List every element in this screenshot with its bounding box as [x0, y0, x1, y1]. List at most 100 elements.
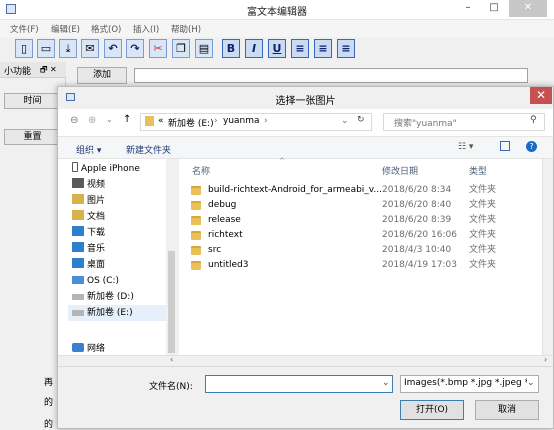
menu-edit[interactable]: 编辑(E) — [51, 23, 80, 35]
preview-pane-icon[interactable] — [500, 141, 510, 151]
recent-dropdown-icon[interactable]: ⌄ — [106, 115, 113, 124]
column-type[interactable]: 类型 — [469, 164, 487, 177]
path-box[interactable]: « 新加卷 (E:) › yuanma › ⌄ ↻ — [140, 113, 372, 131]
undo-icon[interactable]: ↶ — [104, 39, 122, 58]
folder-icon — [191, 201, 201, 210]
view-options-icon[interactable]: ☷ ▾ — [458, 142, 473, 152]
folder-icon — [191, 246, 201, 255]
scroll-right-icon[interactable]: › — [544, 355, 547, 364]
search-placeholder: 搜索"yuanma" — [394, 119, 457, 129]
file-type-value: Images(*.bmp *.jpg *.jpeg *. — [404, 378, 532, 388]
chevron-down-icon[interactable]: ⌄ — [527, 378, 535, 388]
folder-icon — [191, 186, 201, 195]
sort-arrow-icon: ^ — [279, 157, 285, 165]
path-prefix: « — [158, 116, 164, 126]
file-type-select[interactable]: Images(*.bmp *.jpg *.jpeg *. ⌄ — [400, 375, 539, 393]
nav-item-desktop[interactable]: 桌面 — [72, 257, 172, 273]
network-icon — [72, 343, 84, 352]
dialog-close-button[interactable]: ✕ — [530, 87, 552, 104]
filename-input[interactable]: ⌄ — [205, 375, 393, 393]
nav-item-drive-d[interactable]: 新加卷 (D:) — [72, 289, 172, 305]
file-row[interactable]: src 2018/4/3 10:40 文件夹 — [191, 243, 541, 258]
video-folder-icon — [72, 178, 84, 188]
minimize-button[interactable]: – — [456, 0, 480, 17]
time-button[interactable]: 时间 — [4, 93, 61, 109]
bold-button[interactable]: B — [222, 39, 240, 58]
column-name[interactable]: 名称 — [192, 164, 210, 177]
horizontal-scrollbar[interactable]: ‹ › — [58, 355, 553, 365]
underline-button[interactable]: U — [268, 39, 286, 58]
file-list-header: 名称 ^ 修改日期 类型 — [179, 157, 542, 177]
menu-format[interactable]: 格式(O) — [91, 23, 121, 35]
file-list-scrollbar[interactable] — [542, 159, 553, 365]
path-segment-folder[interactable]: yuanma — [223, 116, 260, 126]
nav-item-pictures[interactable]: 图片 — [72, 193, 172, 209]
address-bar: ⊖ ⊕ ⌄ ↑ « 新加卷 (E:) › yuanma › ⌄ ↻ 搜索"yua… — [58, 109, 553, 137]
nav-scrollbar[interactable] — [166, 159, 177, 365]
desktop-folder-icon — [72, 258, 84, 268]
reset-button[interactable]: 重置 — [4, 129, 61, 145]
maximize-button[interactable]: □ — [482, 0, 506, 17]
italic-button[interactable]: I — [245, 39, 263, 58]
path-segment-drive[interactable]: 新加卷 (E:) — [168, 116, 214, 129]
drive-icon — [72, 294, 84, 300]
file-row[interactable]: untitled3 2018/4/19 17:03 文件夹 — [191, 258, 541, 273]
back-arrow-icon[interactable]: ⊖ — [70, 115, 78, 126]
copy-icon[interactable]: ❐ — [172, 39, 190, 58]
chevron-down-icon[interactable]: ⌄ — [382, 378, 390, 388]
open-icon[interactable]: ▭ — [37, 39, 55, 58]
phone-icon — [72, 162, 78, 172]
search-input[interactable]: 搜索"yuanma" ⚲ — [383, 113, 545, 131]
close-button[interactable]: ✕ — [509, 0, 547, 17]
add-button[interactable]: 添加 — [77, 67, 127, 84]
redo-icon[interactable]: ↷ — [126, 39, 144, 58]
nav-item-drive-c[interactable]: OS (C:) — [72, 273, 172, 289]
file-row[interactable]: debug 2018/6/20 8:40 文件夹 — [191, 198, 541, 213]
column-date[interactable]: 修改日期 — [382, 164, 418, 177]
document-folder-icon — [72, 210, 84, 220]
dock-controls[interactable]: 🗗 ✕ — [40, 64, 57, 78]
new-icon[interactable]: ▯ — [15, 39, 33, 58]
nav-tree: Apple iPhone 视频 图片 文档 下载 音乐 桌面 OS (C:) 新… — [58, 159, 177, 365]
open-button[interactable]: 打开(O) — [400, 400, 464, 420]
nav-scroll-thumb[interactable] — [168, 251, 175, 353]
file-row[interactable]: release 2018/6/20 8:39 文件夹 — [191, 213, 541, 228]
editor-line-1: 再 — [44, 378, 54, 388]
chevron-right-icon: › — [264, 116, 268, 126]
refresh-icon[interactable]: ↻ — [357, 115, 365, 125]
nav-item-drive-e[interactable]: 新加卷 (E:) — [68, 305, 172, 321]
organize-button[interactable]: 组织 ▾ — [76, 143, 101, 156]
help-icon[interactable]: ? — [526, 141, 537, 152]
scroll-left-icon[interactable]: ‹ — [170, 355, 173, 364]
align-left-button[interactable]: ≡ — [291, 39, 309, 58]
cut-icon[interactable]: ✂ — [149, 39, 167, 58]
picture-folder-icon — [72, 194, 84, 204]
menu-file[interactable]: 文件(F) — [10, 23, 39, 35]
editor-line-3: 的 — [44, 420, 54, 430]
up-arrow-icon[interactable]: ↑ — [123, 114, 131, 125]
menu-help[interactable]: 帮助(H) — [171, 23, 201, 35]
music-folder-icon — [72, 242, 84, 252]
new-folder-button[interactable]: 新建文件夹 — [126, 143, 171, 156]
download-folder-icon — [72, 226, 84, 236]
nav-item-videos[interactable]: 视频 — [72, 177, 172, 193]
chevron-down-icon[interactable]: ⌄ — [341, 116, 349, 126]
nav-item-downloads[interactable]: 下载 — [72, 225, 172, 241]
main-input[interactable] — [134, 68, 528, 83]
file-row[interactable]: build-richtext-Android_for_armeabi_v... 2… — [191, 183, 541, 198]
forward-arrow-icon[interactable]: ⊕ — [88, 115, 96, 126]
nav-item-music[interactable]: 音乐 — [72, 241, 172, 257]
drive-icon — [72, 276, 84, 284]
nav-item-iphone[interactable]: Apple iPhone — [72, 161, 172, 177]
search-icon: ⚲ — [530, 115, 537, 125]
save-icon[interactable]: ⤓ — [59, 39, 77, 58]
cancel-button[interactable]: 取消 — [475, 400, 539, 420]
paste-icon[interactable]: ▤ — [195, 39, 213, 58]
nav-item-documents[interactable]: 文档 — [72, 209, 172, 225]
save-as-icon[interactable]: ✉ — [81, 39, 99, 58]
align-center-button[interactable]: ≡ — [314, 39, 332, 58]
filename-label: 文件名(N): — [149, 382, 193, 392]
align-right-button[interactable]: ≡ — [337, 39, 355, 58]
menu-insert[interactable]: 插入(I) — [133, 23, 159, 35]
file-row[interactable]: richtext 2018/6/20 16:06 文件夹 — [191, 228, 541, 243]
